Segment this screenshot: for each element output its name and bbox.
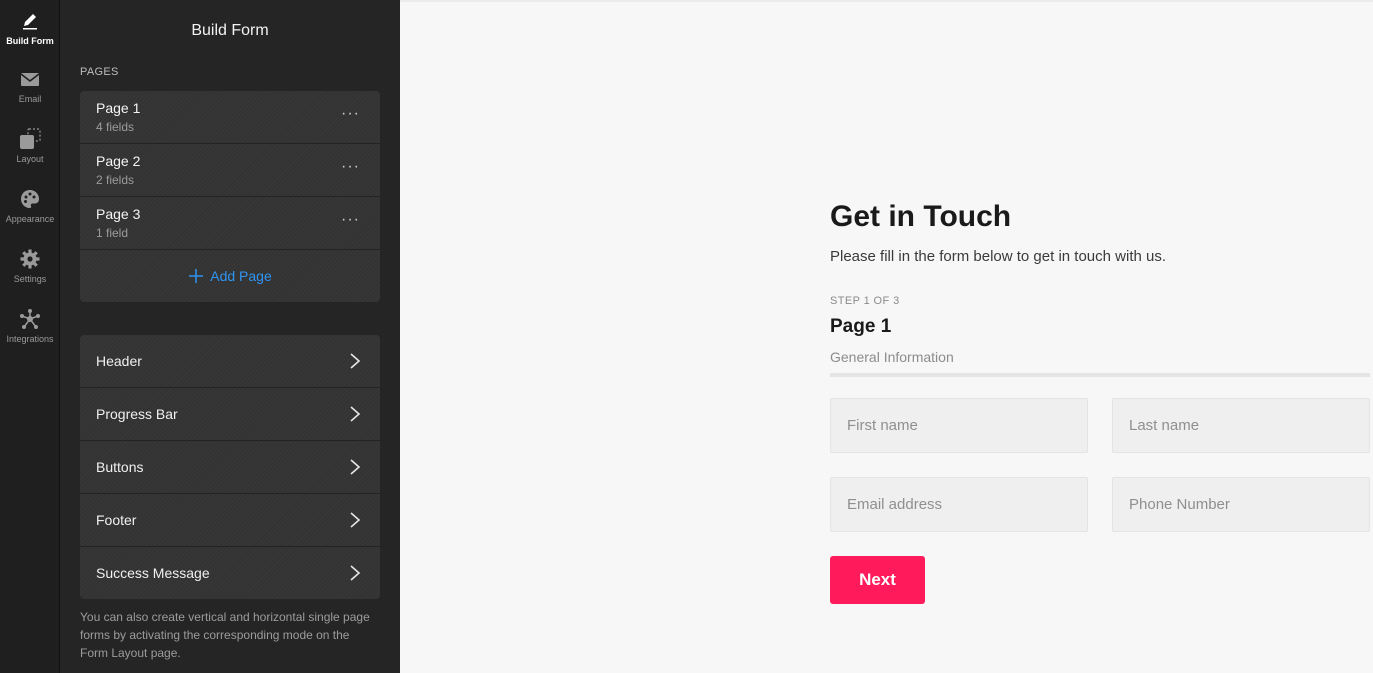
rail-label: Layout: [16, 154, 44, 164]
page-name: Page 1: [96, 100, 141, 116]
rail-item-settings[interactable]: Settings: [0, 238, 60, 294]
step-indicator: STEP 1 OF 3: [830, 295, 900, 307]
settings-item-label: Header: [96, 353, 142, 369]
form-page-description: General Information: [830, 349, 954, 365]
pencil-icon: [23, 14, 37, 30]
integrations-icon: [20, 309, 40, 329]
icon-rail: Build Form Email Layout Appearance Setti…: [0, 0, 60, 673]
next-button[interactable]: Next: [830, 556, 925, 604]
settings-item-label: Footer: [96, 512, 137, 528]
settings-item-label: Buttons: [96, 459, 144, 475]
phone-input[interactable]: [1112, 477, 1370, 532]
rail-item-integrations[interactable]: Integrations: [0, 298, 60, 354]
settings-item-header[interactable]: Header: [80, 335, 380, 388]
form-page-title: Page 1: [830, 316, 892, 337]
settings-item-progress-bar[interactable]: Progress Bar: [80, 388, 380, 441]
envelope-icon: [20, 73, 40, 86]
layout-icon: [20, 128, 41, 149]
add-page-button[interactable]: Add Page: [80, 250, 380, 302]
gear-icon: [20, 249, 40, 269]
chevron-right-icon: [350, 459, 361, 475]
plus-icon: [189, 269, 204, 283]
rail-label: Email: [18, 94, 42, 104]
pages-list: Page 1 4 fields ··· Page 2 2 fields ··· …: [80, 91, 380, 302]
chevron-right-icon: [350, 565, 361, 581]
email-input[interactable]: [830, 477, 1088, 532]
rail-item-appearance[interactable]: Appearance: [0, 178, 60, 234]
page-item-3[interactable]: Page 3 1 field ···: [80, 197, 380, 250]
add-page-label: Add Page: [210, 268, 272, 284]
settings-item-buttons[interactable]: Buttons: [80, 441, 380, 494]
rail-item-email[interactable]: Email: [0, 58, 60, 114]
palette-icon: [21, 190, 39, 208]
page-field-count: 4 fields: [96, 120, 135, 134]
pages-section-label: PAGES: [80, 66, 119, 78]
rail-label: Settings: [13, 274, 47, 284]
page-field-count: 1 field: [96, 226, 129, 240]
more-options-icon[interactable]: ···: [341, 105, 360, 123]
contact-form: Get in Touch Please fill in the form bel…: [830, 200, 1370, 604]
rail-item-layout[interactable]: Layout: [0, 118, 60, 174]
settings-item-success-message[interactable]: Success Message: [80, 547, 380, 600]
panel-title: Build Form: [191, 22, 269, 39]
chevron-right-icon: [350, 512, 361, 528]
chevron-right-icon: [350, 406, 361, 422]
settings-item-label: Progress Bar: [96, 406, 178, 422]
page-item-1[interactable]: Page 1 4 fields ···: [80, 91, 380, 144]
chevron-right-icon: [350, 353, 361, 369]
settings-item-label: Success Message: [96, 565, 210, 581]
rail-label: Appearance: [5, 214, 55, 224]
rail-item-build-form[interactable]: Build Form: [0, 0, 60, 56]
form-preview: Get in Touch Please fill in the form bel…: [400, 0, 1373, 673]
more-options-icon[interactable]: ···: [341, 211, 360, 229]
page-name: Page 3: [96, 206, 141, 222]
form-title: Get in Touch: [830, 200, 1012, 233]
page-item-2[interactable]: Page 2 2 fields ···: [80, 144, 380, 197]
layout-hint-text: You can also create vertical and horizon…: [80, 610, 370, 660]
settings-item-footer[interactable]: Footer: [80, 494, 380, 547]
last-name-input[interactable]: [1112, 398, 1370, 453]
rail-label: Build Form: [6, 36, 54, 46]
form-description: Please fill in the form below to get in …: [830, 248, 1167, 265]
first-name-input[interactable]: [830, 398, 1088, 453]
form-settings-list: Header Progress Bar Buttons Footer Succe…: [80, 335, 380, 599]
page-name: Page 2: [96, 153, 141, 169]
more-options-icon[interactable]: ···: [341, 158, 360, 176]
rail-label: Integrations: [6, 334, 54, 344]
page-field-count: 2 fields: [96, 173, 135, 187]
build-form-panel: Build Form PAGES Page 1 4 fields ··· Pag…: [60, 0, 400, 673]
progress-bar: [830, 373, 1370, 377]
